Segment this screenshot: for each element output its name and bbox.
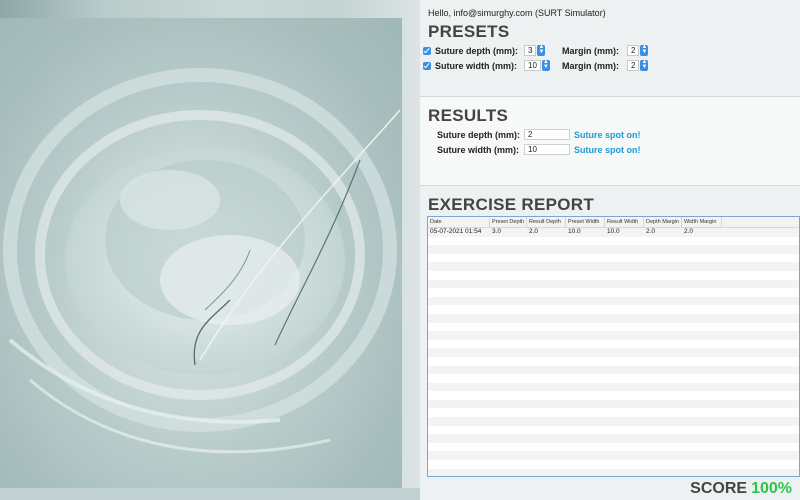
table-row-empty: [428, 434, 799, 443]
divider: [420, 185, 800, 186]
table-row-empty: [428, 382, 799, 392]
user-greeting: Hello, info@simurghy.com (SURT Simulator…: [428, 8, 606, 18]
camera-bottom-strip: [0, 488, 420, 500]
table-row-empty: [428, 425, 799, 435]
table-row-empty: [428, 270, 799, 280]
table-row-empty: [428, 296, 799, 306]
cell-preset-depth: 3.0: [492, 228, 502, 235]
table-row-empty: [428, 262, 799, 271]
score-display: SCORE 100%: [690, 480, 792, 498]
preset-depth-stepper[interactable]: 3 ▲ ▼: [524, 44, 546, 56]
table-row-empty: [428, 313, 799, 323]
cell-preset-width: 10.0: [568, 228, 581, 235]
table-row-empty: [428, 253, 799, 263]
result-depth-label: Suture depth (mm):: [437, 130, 520, 140]
column-header-date[interactable]: Date: [428, 217, 490, 227]
stepper-arrows-icon[interactable]: ▲ ▼: [541, 59, 550, 71]
preset-width-margin-value[interactable]: 2: [627, 60, 640, 71]
stepper-arrows-icon[interactable]: ▲ ▼: [537, 44, 546, 56]
table-row-empty: [428, 460, 799, 469]
table-row-empty: [428, 399, 799, 409]
table-row[interactable]: 05-07-2021 01:54 3.0 2.0 10.0 10.0 2.0 2…: [428, 228, 799, 237]
preset-depth-label: Suture depth (mm):: [435, 46, 518, 56]
table-row-empty: [428, 417, 799, 426]
table-row-empty: [428, 451, 799, 461]
stepper-arrows-icon[interactable]: ▲ ▼: [640, 59, 649, 71]
preset-depth-value[interactable]: 3: [524, 45, 537, 56]
tissue-illustration: [3, 68, 401, 454]
exercise-report-table[interactable]: Date Preset Depth Result Depth Preset Wi…: [427, 216, 800, 477]
stepper-arrows-icon[interactable]: ▲ ▼: [640, 44, 649, 56]
score-label: SCORE: [690, 480, 748, 497]
cell-width-margin: 2.0: [684, 228, 694, 235]
report-title: EXERCISE REPORT: [428, 195, 595, 214]
table-row-empty: [428, 442, 799, 452]
column-header-width-margin[interactable]: Width Margin: [682, 217, 722, 227]
cell-depth-margin: 2.0: [646, 228, 656, 235]
cell-blank: [722, 228, 799, 237]
checkbox-checked-icon[interactable]: [423, 47, 431, 55]
cell-result-width: 10.0: [607, 228, 620, 235]
preset-width-label: Suture width (mm):: [435, 61, 517, 71]
table-body: 05-07-2021 01:54 3.0 2.0 10.0 10.0 2.0 2…: [428, 228, 799, 476]
cell-date: 05-07-2021 01:54: [430, 228, 482, 235]
column-header-result-depth[interactable]: Result Depth: [527, 217, 566, 227]
result-width-status: Suture spot on!: [574, 145, 641, 155]
table-row-empty: [428, 348, 799, 357]
table-row-empty: [428, 279, 799, 289]
table-row-empty: [428, 468, 799, 476]
table-row-empty: [428, 305, 799, 314]
score-value: 100%: [751, 480, 792, 497]
control-panel: Hello, info@simurghy.com (SURT Simulator…: [420, 0, 800, 500]
table-header: Date Preset Depth Result Depth Preset Wi…: [428, 217, 799, 228]
column-header-result-width[interactable]: Result Width: [605, 217, 644, 227]
table-row-empty: [428, 331, 799, 340]
cell-result-depth: 2.0: [529, 228, 539, 235]
column-header-depth-margin[interactable]: Depth Margin: [644, 217, 682, 227]
table-row-empty: [428, 322, 799, 332]
table-row-empty: [428, 391, 799, 400]
result-width-field: 10: [524, 144, 570, 155]
table-row-empty: [428, 236, 799, 246]
preset-depth-margin-value[interactable]: 2: [627, 45, 640, 56]
table-row-empty: [428, 365, 799, 375]
column-header-preset-width[interactable]: Preset Width: [566, 217, 605, 227]
result-width-label: Suture width (mm):: [437, 145, 519, 155]
preset-width-stepper[interactable]: 10 ▲ ▼: [524, 59, 550, 71]
column-header-blank: [722, 217, 799, 227]
table-row-empty: [428, 339, 799, 349]
column-header-preset-depth[interactable]: Preset Depth: [490, 217, 527, 227]
presets-title: PRESETS: [428, 22, 510, 41]
checkbox-checked-icon[interactable]: [423, 62, 431, 70]
preset-depth-margin-label: Margin (mm):: [562, 46, 619, 56]
result-depth-status: Suture spot on!: [574, 130, 641, 140]
table-row-empty: [428, 374, 799, 383]
result-depth-field: 2: [524, 129, 570, 140]
preset-width-value[interactable]: 10: [524, 60, 541, 71]
preset-width-margin-label: Margin (mm):: [562, 61, 619, 71]
table-row-empty: [428, 356, 799, 366]
preset-width-margin-stepper[interactable]: 2 ▲ ▼: [627, 59, 649, 71]
table-row-empty: [428, 408, 799, 418]
camera-view: [0, 0, 420, 500]
results-title: RESULTS: [428, 106, 509, 125]
preset-depth-margin-stepper[interactable]: 2 ▲ ▼: [627, 44, 649, 56]
table-row-empty: [428, 245, 799, 254]
table-row-empty: [428, 288, 799, 297]
